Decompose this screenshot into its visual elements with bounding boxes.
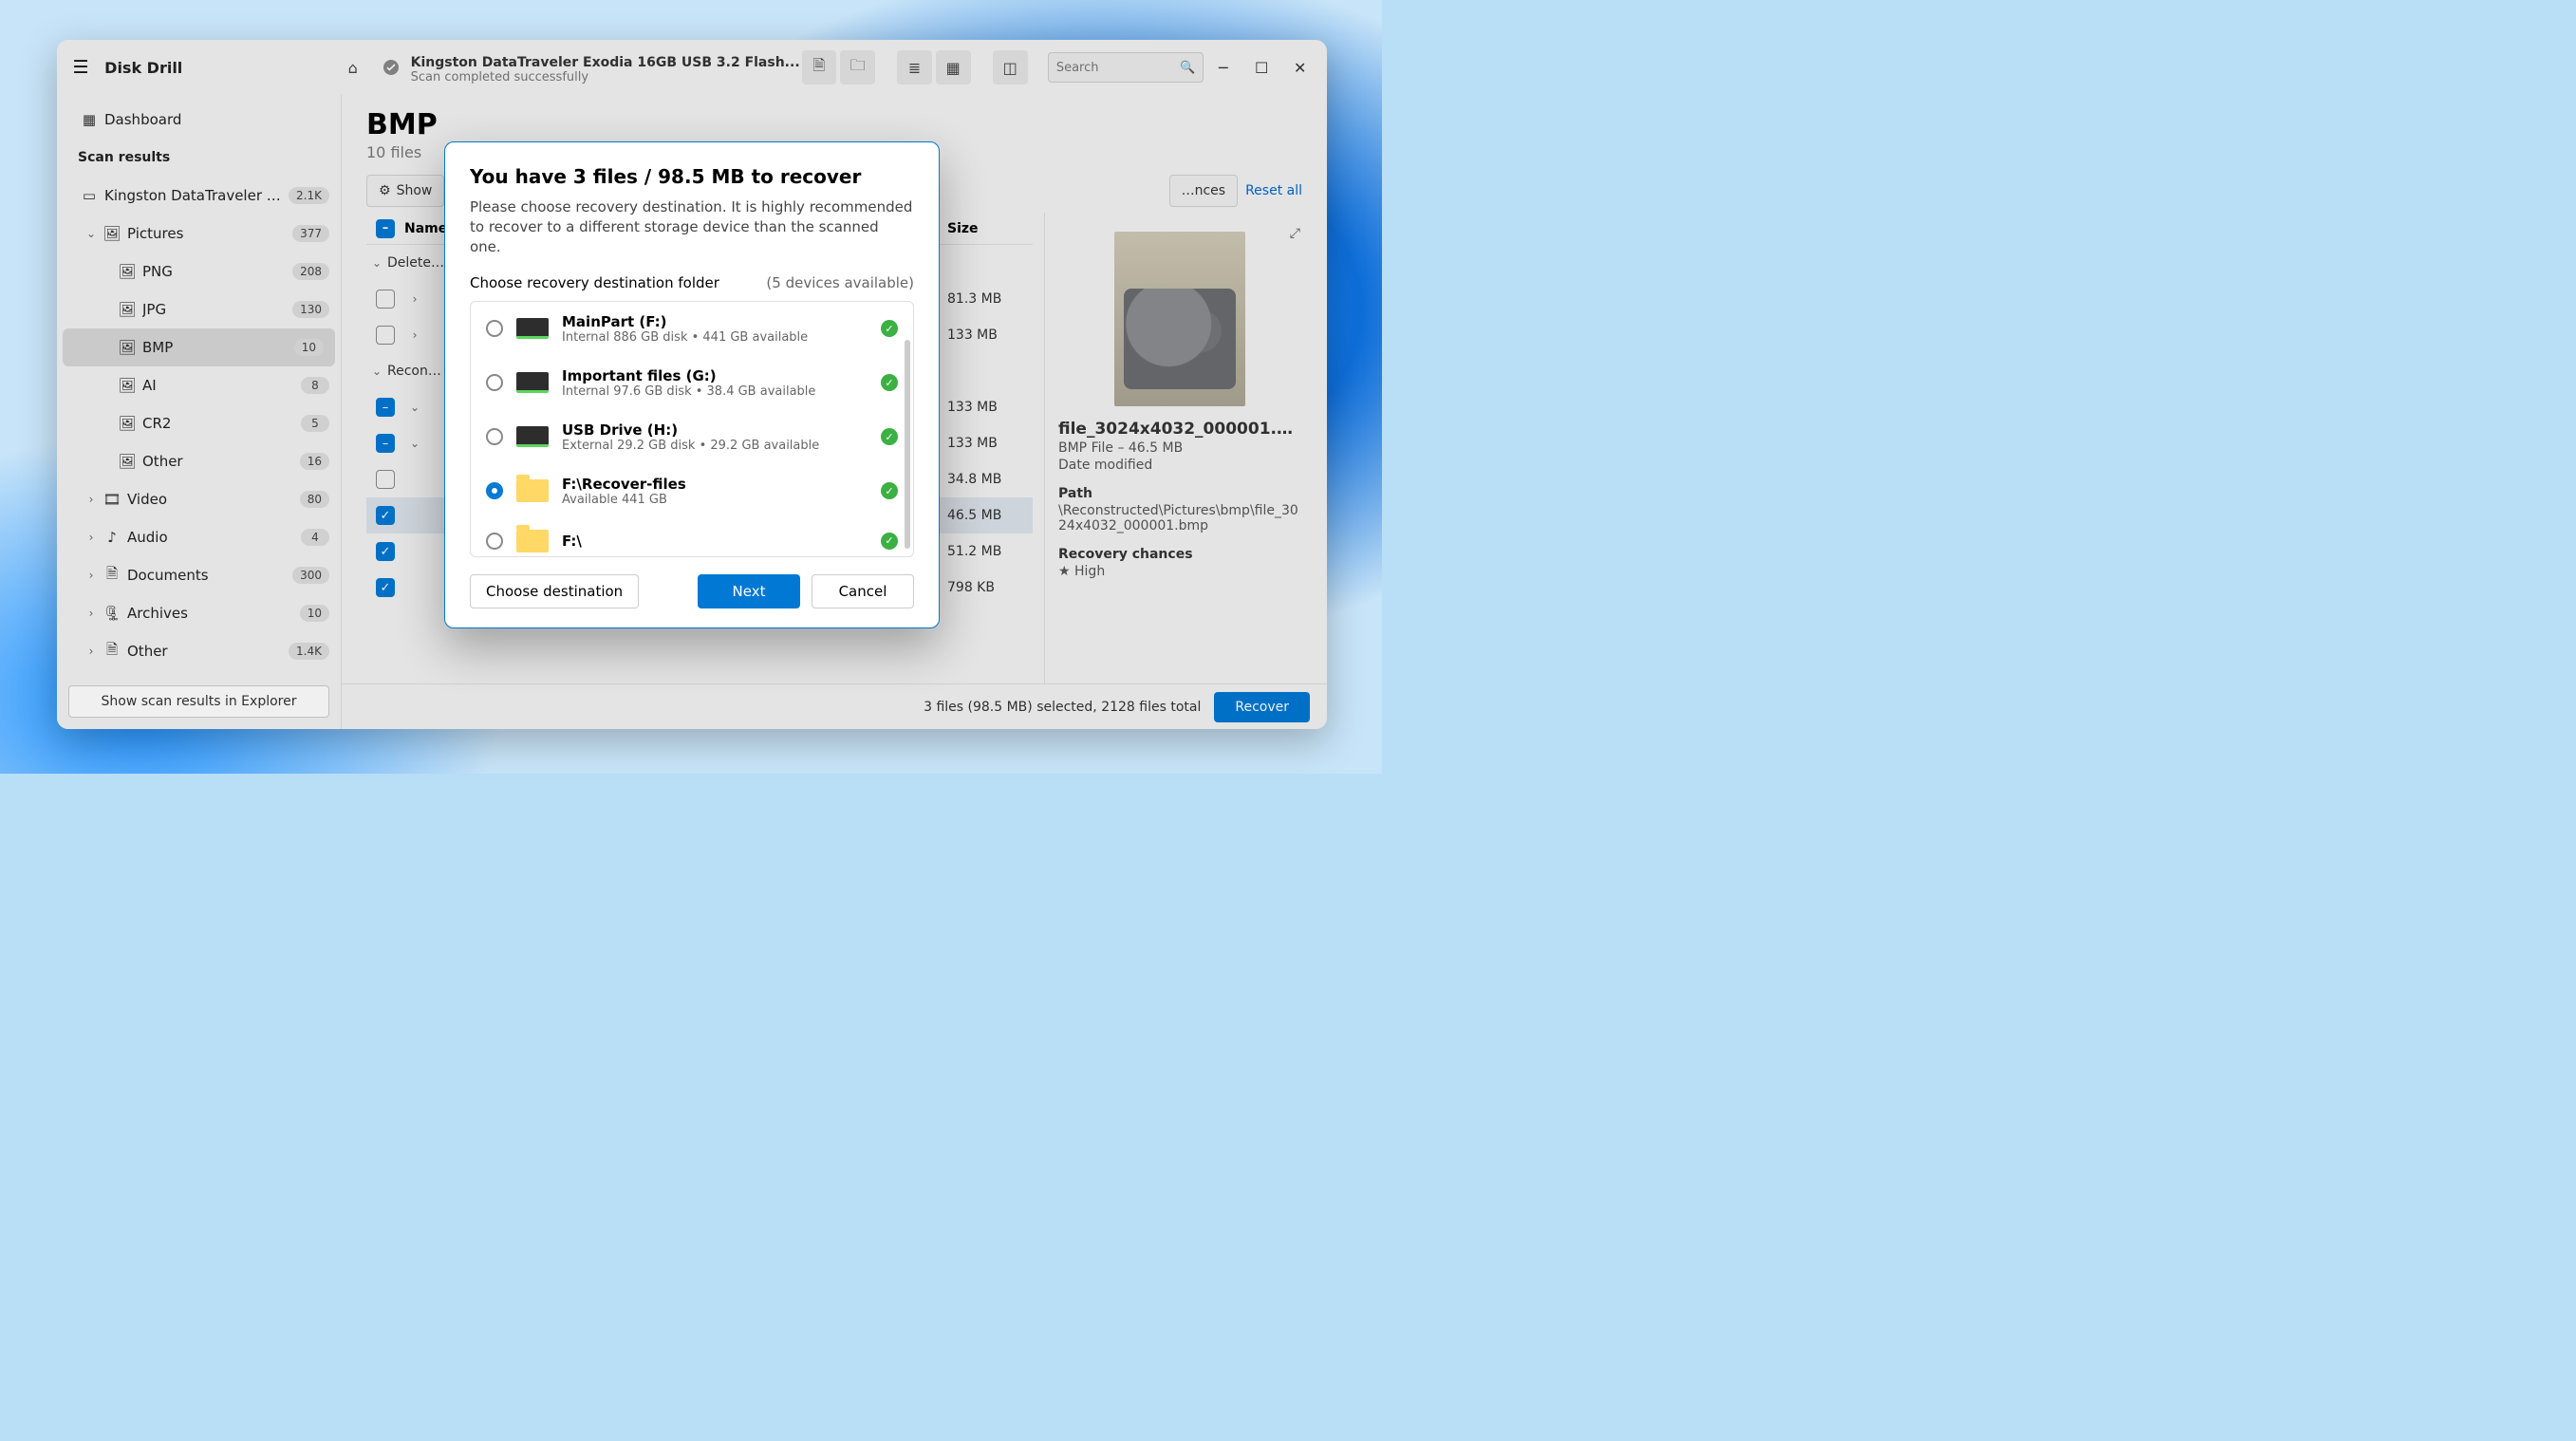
- destination-option[interactable]: F:\ ✓: [471, 518, 913, 556]
- next-button[interactable]: Next: [698, 574, 800, 608]
- check-ok-icon: ✓: [881, 482, 898, 499]
- destination-option[interactable]: Important files (G:)Internal 97.6 GB dis…: [471, 356, 913, 410]
- app-window: ☰ Disk Drill ⌂ Kingston DataTraveler Exo…: [57, 40, 1327, 729]
- choose-destination-label: Choose recovery destination folder: [470, 274, 719, 291]
- check-ok-icon: ✓: [881, 374, 898, 391]
- destination-list: MainPart (F:)Internal 886 GB disk • 441 …: [470, 301, 914, 557]
- modal-overlay: You have 3 files / 98.5 MB to recover Pl…: [57, 40, 1327, 729]
- cancel-button[interactable]: Cancel: [812, 574, 914, 608]
- modal-title: You have 3 files / 98.5 MB to recover: [470, 165, 914, 188]
- destination-option[interactable]: USB Drive (H:)External 29.2 GB disk • 29…: [471, 410, 913, 464]
- radio-button[interactable]: [486, 482, 503, 499]
- choose-destination-button[interactable]: Choose destination: [470, 574, 639, 608]
- drive-icon: [516, 426, 549, 447]
- check-ok-icon: ✓: [881, 533, 898, 550]
- check-ok-icon: ✓: [881, 320, 898, 337]
- destination-option[interactable]: MainPart (F:)Internal 886 GB disk • 441 …: [471, 302, 913, 356]
- modal-description: Please choose recovery destination. It i…: [470, 197, 914, 257]
- recovery-destination-dialog: You have 3 files / 98.5 MB to recover Pl…: [444, 141, 940, 628]
- radio-button[interactable]: [486, 320, 503, 337]
- radio-button[interactable]: [486, 374, 503, 391]
- drive-icon: [516, 372, 549, 393]
- folder-icon: [516, 479, 549, 502]
- scrollbar[interactable]: [905, 340, 910, 549]
- folder-icon: [516, 530, 549, 552]
- devices-available-hint: (5 devices available): [766, 274, 914, 291]
- destination-option[interactable]: F:\Recover-filesAvailable 441 GB ✓: [471, 464, 913, 518]
- drive-icon: [516, 318, 549, 339]
- radio-button[interactable]: [486, 428, 503, 445]
- radio-button[interactable]: [486, 533, 503, 550]
- check-ok-icon: ✓: [881, 428, 898, 445]
